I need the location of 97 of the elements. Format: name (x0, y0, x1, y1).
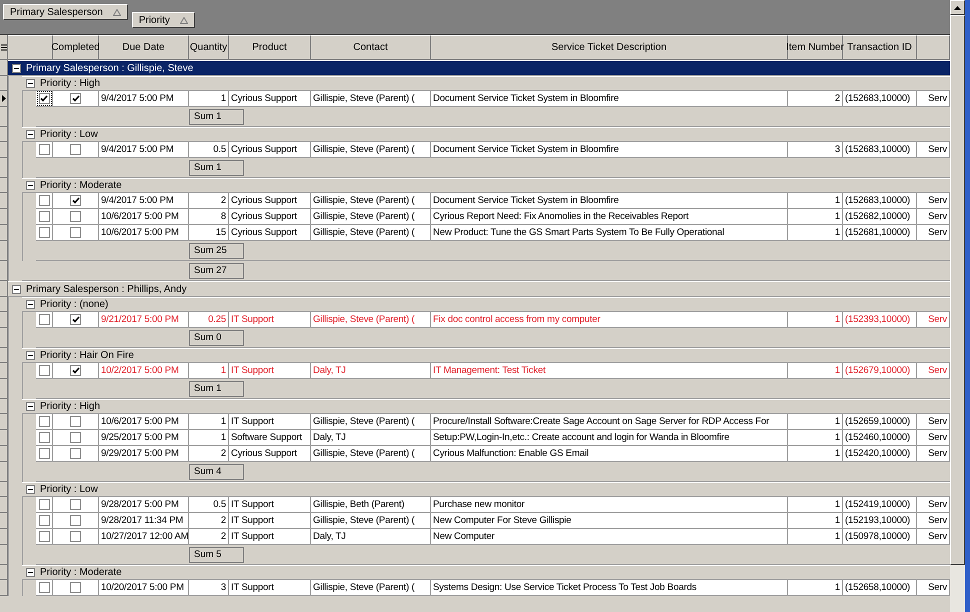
checkbox[interactable] (38, 531, 50, 542)
group-header[interactable]: Priority : Moderate (22, 178, 950, 193)
group-label: Priority : Hair On Fire (40, 350, 134, 361)
checkbox[interactable] (70, 227, 81, 238)
checkbox[interactable] (38, 448, 50, 459)
scroll-up-button[interactable] (950, 0, 965, 15)
collapse-toggle[interactable] (26, 181, 35, 190)
group-header[interactable]: Priority : Hair On Fire (22, 348, 950, 363)
column-header[interactable]: Contact (311, 35, 431, 60)
group-header[interactable]: Priority : (none) (22, 297, 950, 312)
collapse-toggle[interactable] (26, 130, 35, 139)
checkbox[interactable] (70, 195, 81, 206)
table-row[interactable]: 9/21/2017 5:00 PM 0.25 IT Support Gillispie, Steve (Parent) ( Fix doc control access from my computer 1 (152393,10000) Serv (36, 312, 950, 328)
column-header[interactable]: Service Ticket Description (431, 35, 788, 60)
sum-summary: Sum 5 (189, 546, 244, 562)
table-cell: (152658,10000) (843, 580, 917, 596)
checkbox[interactable] (70, 416, 81, 427)
table-cell: IT Support (229, 580, 311, 596)
table-cell: 3 (189, 580, 229, 596)
group-label: Primary Salesperson : Phillips, Andy (26, 284, 187, 294)
group-label: Primary Salesperson : Gillispie, Steve (26, 62, 194, 74)
group-label: Priority : High (40, 401, 100, 412)
group-header[interactable]: Primary Salesperson : Phillips, Andy (8, 281, 950, 297)
sum-summary: Sum 1 (189, 380, 244, 396)
checkbox[interactable] (38, 365, 50, 376)
group-header[interactable]: Priority : Low (22, 482, 950, 497)
checkbox[interactable] (70, 432, 81, 443)
sum-summary: Sum 4 (189, 464, 244, 480)
collapse-toggle[interactable] (26, 79, 35, 88)
checkbox[interactable] (38, 499, 50, 510)
group-label: Priority : (none) (40, 299, 108, 310)
up-arrow-icon (954, 6, 961, 10)
group-label: Priority : Low (40, 129, 98, 140)
checkbox[interactable] (70, 582, 81, 593)
table-cell: 1 (788, 580, 843, 596)
checkbox[interactable] (70, 515, 81, 526)
table-cell: 10/20/2017 5:00 PM (99, 580, 189, 596)
table-cell: Systems Design: Use Service Ticket Process To Test Job Boards (431, 580, 788, 596)
checkbox[interactable] (38, 227, 50, 238)
checkbox[interactable] (70, 531, 81, 542)
sort-icon (112, 8, 121, 16)
checkbox[interactable] (70, 144, 81, 155)
collapse-toggle[interactable] (26, 402, 35, 411)
checkbox[interactable] (38, 144, 50, 155)
table-row[interactable]: 9/29/2017 5:00 PM 2 Cyrious Support Gillispie, Steve (Parent) ( Cyrious Malfunction: Enable GS Email 1 (152420,10000) Serv (36, 446, 950, 462)
sum-summary: Sum 27 (189, 262, 244, 278)
current-row-icon (2, 95, 6, 102)
checkbox[interactable] (70, 211, 81, 222)
group-header[interactable]: Priority : High (22, 76, 950, 91)
sum-summary: Sum 1 (189, 108, 244, 124)
table-row[interactable]: 9/25/2017 5:00 PM 1 Software Support Daly, TJ Setup:PW,Login-In,etc.: Create account and login for Wanda in Bloomfire 1 (152460,10000) Serv (36, 430, 950, 446)
collapse-toggle[interactable] (12, 64, 21, 72)
checkbox[interactable] (70, 499, 81, 510)
group-header[interactable]: Primary Salesperson : Gillispie, Steve (8, 60, 950, 76)
group-by-chip[interactable]: Priority (132, 12, 195, 28)
group-label: Priority : Low (40, 484, 98, 495)
table-cell: Gillispie, Steve (Parent) ( (311, 580, 431, 596)
checkbox[interactable] (38, 93, 50, 104)
group-by-chip[interactable]: Primary Salesperson (3, 4, 128, 20)
checkbox[interactable] (38, 515, 50, 526)
group-label: Priority : Moderate (40, 180, 122, 191)
sum-summary: Sum 0 (189, 330, 244, 346)
checkbox[interactable] (38, 314, 50, 325)
table-row[interactable]: 9/28/2017 11:34 PM 2 IT Support Gillispie, Steve (Parent) ( New Computer For Steve Gillispie 1 (152193,10000) Serv (36, 513, 950, 529)
collapse-toggle[interactable] (26, 568, 35, 577)
sort-icon (180, 16, 188, 24)
checkbox[interactable] (38, 432, 50, 443)
group-header[interactable]: Priority : Moderate (22, 565, 950, 580)
collapse-toggle[interactable] (26, 485, 35, 494)
column-chooser-icon[interactable] (0, 44, 6, 50)
collapse-toggle[interactable] (12, 284, 21, 294)
table-row[interactable]: 10/6/2017 5:00 PM 15 Cyrious Support Gillispie, Steve (Parent) ( New Product: Tune the GS Smart Parts System To Be Fully Operational 1 (152681,10000) Serv (36, 225, 950, 241)
checkbox[interactable] (70, 365, 81, 376)
checkbox[interactable] (70, 314, 81, 325)
table-row[interactable]: 9/4/2017 5:00 PM 0.5 Cyrious Support Gillispie, Steve (Parent) ( Document Service Ticket System in Bloomfire 3 (152683,10000) Serv (36, 142, 950, 158)
table-row[interactable]: 9/28/2017 5:00 PM 0.5 IT Support Gillispie, Beth (Parent) Purchase new monitor 1 (152419,10000) Serv (36, 497, 950, 513)
table-row[interactable]: 10/27/2017 12:00 AM 2 IT Support Daly, TJ New Computer 1 (150978,10000) Serv (36, 529, 950, 545)
sum-summary: Sum 25 (189, 242, 244, 258)
checkbox[interactable] (38, 582, 50, 593)
table-row[interactable]: 10/2/2017 5:00 PM 1 IT Support Daly, TJ IT Management: Test Ticket 1 (152679,10000) Serv (36, 363, 950, 379)
checkbox[interactable] (70, 93, 81, 104)
sum-summary: Sum 1 (189, 160, 244, 176)
table-row[interactable]: 10/6/2017 5:00 PM 1 IT Support Gillispie, Steve (Parent) ( Procure/Install Software:Create Sage Account on Sage Server for RDP Access For 1 (152659,10000) Serv (36, 414, 950, 430)
checkbox[interactable] (38, 195, 50, 206)
checkbox[interactable] (70, 448, 81, 459)
checkbox[interactable] (38, 416, 50, 427)
group-label: Priority : Moderate (40, 567, 122, 578)
group-header[interactable]: Priority : High (22, 399, 950, 414)
collapse-toggle[interactable] (26, 351, 35, 360)
checkbox[interactable] (38, 211, 50, 222)
table-row[interactable]: 9/4/2017 5:00 PM 1 Cyrious Support Gillispie, Steve (Parent) ( Document Service Ticket System in Bloomfire 2 (152683,10000) Serv (36, 91, 950, 107)
group-label: Priority : High (40, 78, 100, 89)
table-row[interactable]: 9/4/2017 5:00 PM 2 Cyrious Support Gillispie, Steve (Parent) ( Document Service Ticket System in Bloomfire 1 (152683,10000) Serv (36, 193, 950, 209)
group-header[interactable]: Priority : Low (22, 127, 950, 142)
table-row[interactable]: 10/6/2017 5:00 PM 8 Cyrious Support Gillispie, Steve (Parent) ( Cyrious Report Need: Fix Anomolies in the Receivables Report 1 (152682,10000) Serv (36, 209, 950, 225)
collapse-toggle[interactable] (26, 300, 35, 309)
table-row[interactable]: 10/20/2017 5:00 PM 3 IT Support Gillispie, Steve (Parent) ( Systems Design: Use Service Ticket Process To Test Job Boards 1 (152658,10000) Serv (36, 580, 950, 596)
